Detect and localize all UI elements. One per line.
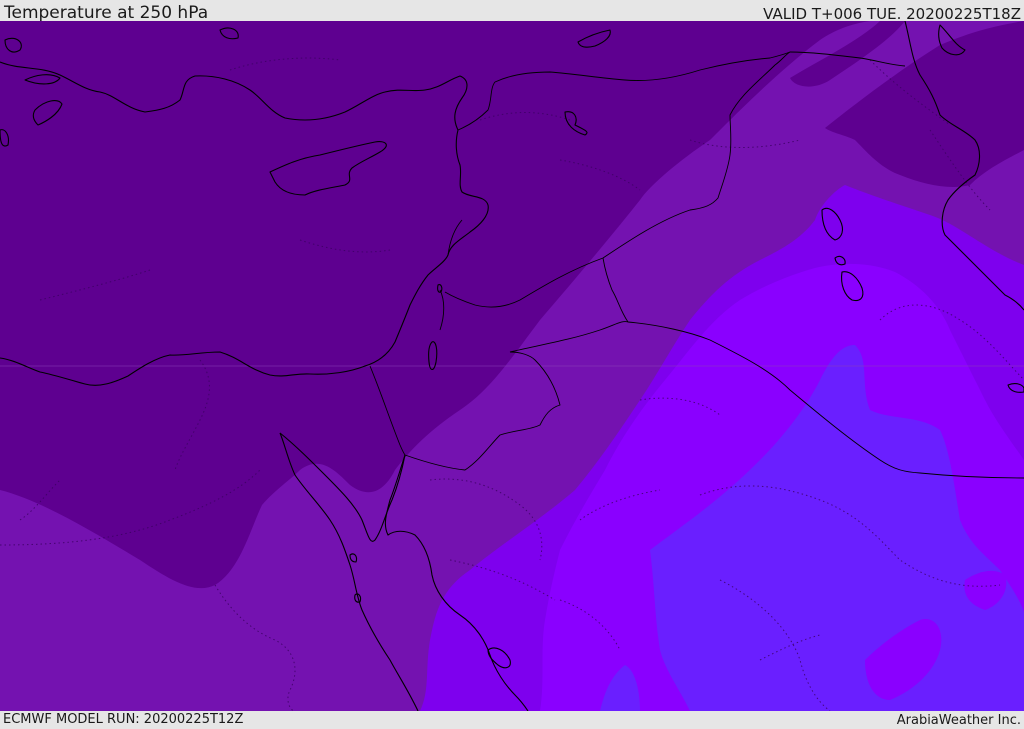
- credit-label: ArabiaWeather Inc.: [896, 713, 1021, 728]
- model-run-label: ECMWF MODEL RUN: 20200225T12Z: [3, 712, 244, 727]
- map-viewer: Temperature at 250 hPa VALID T+006 TUE. …: [0, 0, 1024, 729]
- header-bar: Temperature at 250 hPa VALID T+006 TUE. …: [0, 0, 1024, 23]
- map-area[interactable]: [0, 21, 1024, 711]
- footer-bar: ECMWF MODEL RUN: 20200225T12Z ArabiaWeat…: [0, 711, 1024, 729]
- map-title: Temperature at 250 hPa: [4, 3, 209, 23]
- temperature-map[interactable]: [0, 21, 1024, 711]
